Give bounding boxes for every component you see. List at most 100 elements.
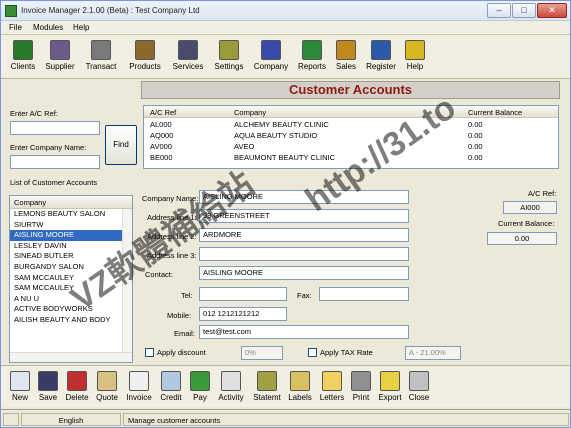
app-icon [5,5,17,17]
action-new-button[interactable]: New [7,368,33,408]
print-icon [351,371,371,391]
mobile-field[interactable]: 012 1212121212 [199,307,287,321]
action-invoice-button[interactable]: Invoice [124,368,154,408]
close-window-button[interactable]: ✕ [537,3,567,18]
toolbar-help-button[interactable]: Help [403,37,427,77]
action-toolbar: New Save Delete Quote Invoice Credit Pay… [1,365,570,408]
action-activity-button[interactable]: Activity [215,368,247,408]
action-letters-button[interactable]: Letters [317,368,347,408]
ac-ref-search-input[interactable] [10,121,100,135]
reports-icon [302,40,322,60]
credit-icon [161,371,181,391]
status-indicator [3,413,19,426]
status-message: Manage customer accounts [123,413,569,426]
grid-header: A/C Ref Company Current Balance [144,106,558,118]
action-print-button[interactable]: Print [349,368,373,408]
action-save-button[interactable]: Save [35,368,61,408]
letters-icon [322,371,342,391]
table-row[interactable]: AQ000 AQUA BEAUTY STUDIO 0.00 [144,131,558,142]
tel-field[interactable] [199,287,287,301]
tax-rate-select[interactable]: A - 21.00% [405,346,461,360]
action-delete-button[interactable]: Delete [63,368,91,408]
sales-icon [336,40,356,60]
email-field[interactable]: test@test.com [199,325,409,339]
maximize-button[interactable]: □ [512,3,536,18]
status-bar: English Manage customer accounts [1,409,570,427]
toolbar-transact-button[interactable]: Transact [81,37,121,77]
menu-help[interactable]: Help [73,23,89,32]
toolbar-sales-button[interactable]: Sales [333,37,359,77]
delete-icon [67,371,87,391]
menu-file[interactable]: File [9,23,22,32]
customer-list-label: List of Customer Accounts [10,178,98,187]
toolbar-products-button[interactable]: Products [125,37,165,77]
address-line-2-field[interactable]: ARDMORE [199,228,409,242]
main-toolbar: Clients Supplier Transact Products Servi… [1,35,570,79]
action-pay-button[interactable]: Pay [187,368,213,408]
status-language: English [21,413,121,426]
new-icon [10,371,30,391]
activity-icon [221,371,241,391]
customer-list-header[interactable]: Company [10,196,132,209]
list-item-selected[interactable]: AISLING MOORE [10,230,132,241]
action-statement-button[interactable]: Statemt [250,368,284,408]
action-labels-button[interactable]: Labels [286,368,314,408]
quote-icon [97,371,117,391]
column-balance[interactable]: Current Balance [468,108,522,117]
invoice-icon [129,371,149,391]
toolbar-company-button[interactable]: Company [250,37,292,77]
table-row[interactable]: AL000 ALCHEMY BEAUTY CLINIC 0.00 [144,120,558,131]
register-icon [371,40,391,60]
column-ac-ref[interactable]: A/C Ref [150,108,176,117]
settings-icon [219,40,239,60]
email-label: Email: [174,329,195,338]
transact-icon [91,40,111,60]
discount-select[interactable]: 0% [241,346,283,360]
apply-discount-checkbox[interactable] [145,348,154,357]
toolbar-supplier-button[interactable]: Supplier [41,37,79,77]
minimize-button[interactable]: – [487,3,511,18]
action-close-button[interactable]: Close [406,368,432,408]
clients-icon [13,40,33,60]
address-line-3-field[interactable] [199,247,409,261]
statement-icon [257,371,277,391]
action-credit-button[interactable]: Credit [157,368,185,408]
save-icon [38,371,58,391]
products-icon [135,40,155,60]
action-quote-button[interactable]: Quote [93,368,121,408]
toolbar-register-button[interactable]: Register [362,37,400,77]
apply-tax-label: Apply TAX Rate [320,348,373,357]
list-horizontal-scrollbar[interactable] [10,352,132,362]
title-bar[interactable]: Invoice Manager 2.1.00 (Beta) : Test Com… [1,1,570,21]
list-item[interactable]: LEMONS BEAUTY SALON [10,209,132,220]
pay-icon [190,371,210,391]
list-item[interactable]: AILISH BEAUTY AND BODY [10,315,132,326]
action-export-button[interactable]: Export [376,368,404,408]
menu-modules[interactable]: Modules [33,23,63,32]
list-item[interactable]: SIURTW [10,220,132,231]
supplier-icon [50,40,70,60]
contact-field[interactable]: AISLING MOORE [199,266,409,280]
section-banner: Customer Accounts [141,81,560,99]
current-balance-field: 0.00 [487,232,557,245]
toolbar-clients-button[interactable]: Clients [7,37,39,77]
ac-ref-label: Enter A/C Ref: [10,109,58,118]
help-icon [405,40,425,60]
find-button[interactable]: Find [105,125,137,165]
company-search-label: Enter Company Name: [10,143,87,152]
toolbar-settings-button[interactable]: Settings [210,37,248,77]
toolbar-services-button[interactable]: Services [167,37,209,77]
labels-icon [290,371,310,391]
toolbar-reports-button[interactable]: Reports [293,37,331,77]
app-window: Invoice Manager 2.1.00 (Beta) : Test Com… [0,0,571,428]
fax-field[interactable] [319,287,409,301]
mobile-label: Mobile: [167,311,192,320]
company-search-input[interactable] [10,155,100,169]
column-company[interactable]: Company [234,108,266,117]
company-icon [261,40,281,60]
tel-label: Tel: [181,291,193,300]
detail-ac-ref-field: AI000 [503,201,557,214]
apply-tax-checkbox[interactable] [308,348,317,357]
list-item[interactable]: ACTIVE BODYWORKS [10,304,132,315]
close-icon [409,371,429,391]
